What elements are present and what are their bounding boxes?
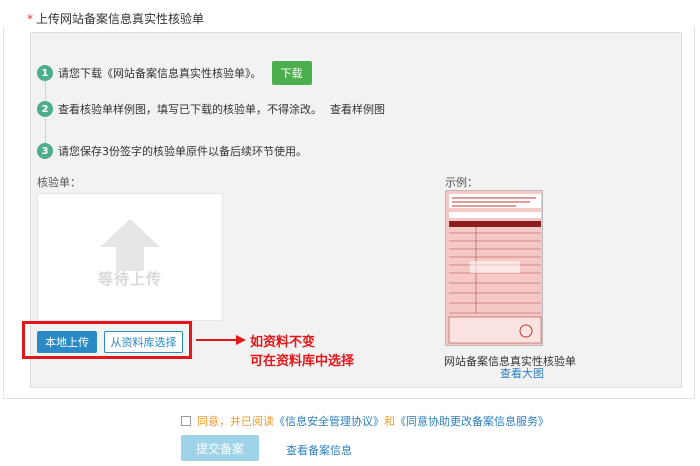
step-3-number: 3 [37, 143, 53, 159]
agreement-row: 同意，并已阅读 《信息安全管理协议》 和 《同意协助更改备案信息服务》 [181, 413, 549, 429]
agree-and: 和 [384, 415, 395, 428]
change-service-agreement-link[interactable]: 《同意协助更改备案信息服务》 [395, 413, 549, 429]
security-agreement-link[interactable]: 《信息安全管理协议》 [274, 413, 384, 429]
sample-label: 示例： [445, 176, 478, 189]
required-mark: * [27, 12, 33, 26]
local-upload-button[interactable]: 本地上传 [37, 331, 97, 353]
view-sample-link[interactable]: 查看样例图 [330, 101, 385, 117]
download-button[interactable]: 下载 [271, 61, 312, 85]
step-1: 1 请您下载《网站备案信息真实性核验单》。 下载 [37, 61, 312, 85]
annotation-line-1: 如资料不变 [250, 335, 316, 350]
view-filing-info-link[interactable]: 查看备案信息 [286, 442, 352, 458]
upload-dropzone[interactable]: 等待上传 [37, 193, 223, 321]
upload-label: 核验单： [37, 176, 81, 189]
upload-arrow-icon [100, 219, 160, 271]
agree-checkbox[interactable] [181, 416, 191, 426]
section-title-text: 上传网站备案信息真实性核验单 [36, 12, 205, 26]
step-1-number: 1 [37, 65, 53, 81]
view-large-image-link[interactable]: 查看大图 [500, 365, 544, 381]
sample-form-image [446, 191, 542, 345]
step-2-number: 2 [37, 101, 53, 117]
upload-placeholder: 等待上传 [97, 270, 162, 288]
agree-prefix: 同意，并已阅读 [197, 415, 274, 428]
annotation-line-2: 可在资料库中选择 [250, 354, 355, 369]
library-select-button[interactable]: 从资料库选择 [104, 331, 183, 353]
submit-filing-button[interactable]: 提交备案 [181, 435, 259, 461]
sample-form-thumbnail[interactable] [445, 190, 543, 346]
step-3-text: 请您保存3份签字的核验单原件以备后续环节使用。 [58, 145, 307, 158]
step-2-text: 查看核验单样例图，填写已下载的核验单，不得涂改。 [58, 103, 322, 116]
annotation-arrow-icon [196, 335, 246, 345]
step-connector [45, 119, 46, 145]
step-2: 2 查看核验单样例图，填写已下载的核验单，不得涂改。 查看样例图 [37, 101, 385, 117]
step-3: 3 请您保存3份签字的核验单原件以备后续环节使用。 [37, 143, 307, 159]
section-title: * 上传网站备案信息真实性核验单 [27, 10, 204, 27]
step-1-text: 请您下载《网站备案信息真实性核验单》。 [58, 67, 262, 80]
